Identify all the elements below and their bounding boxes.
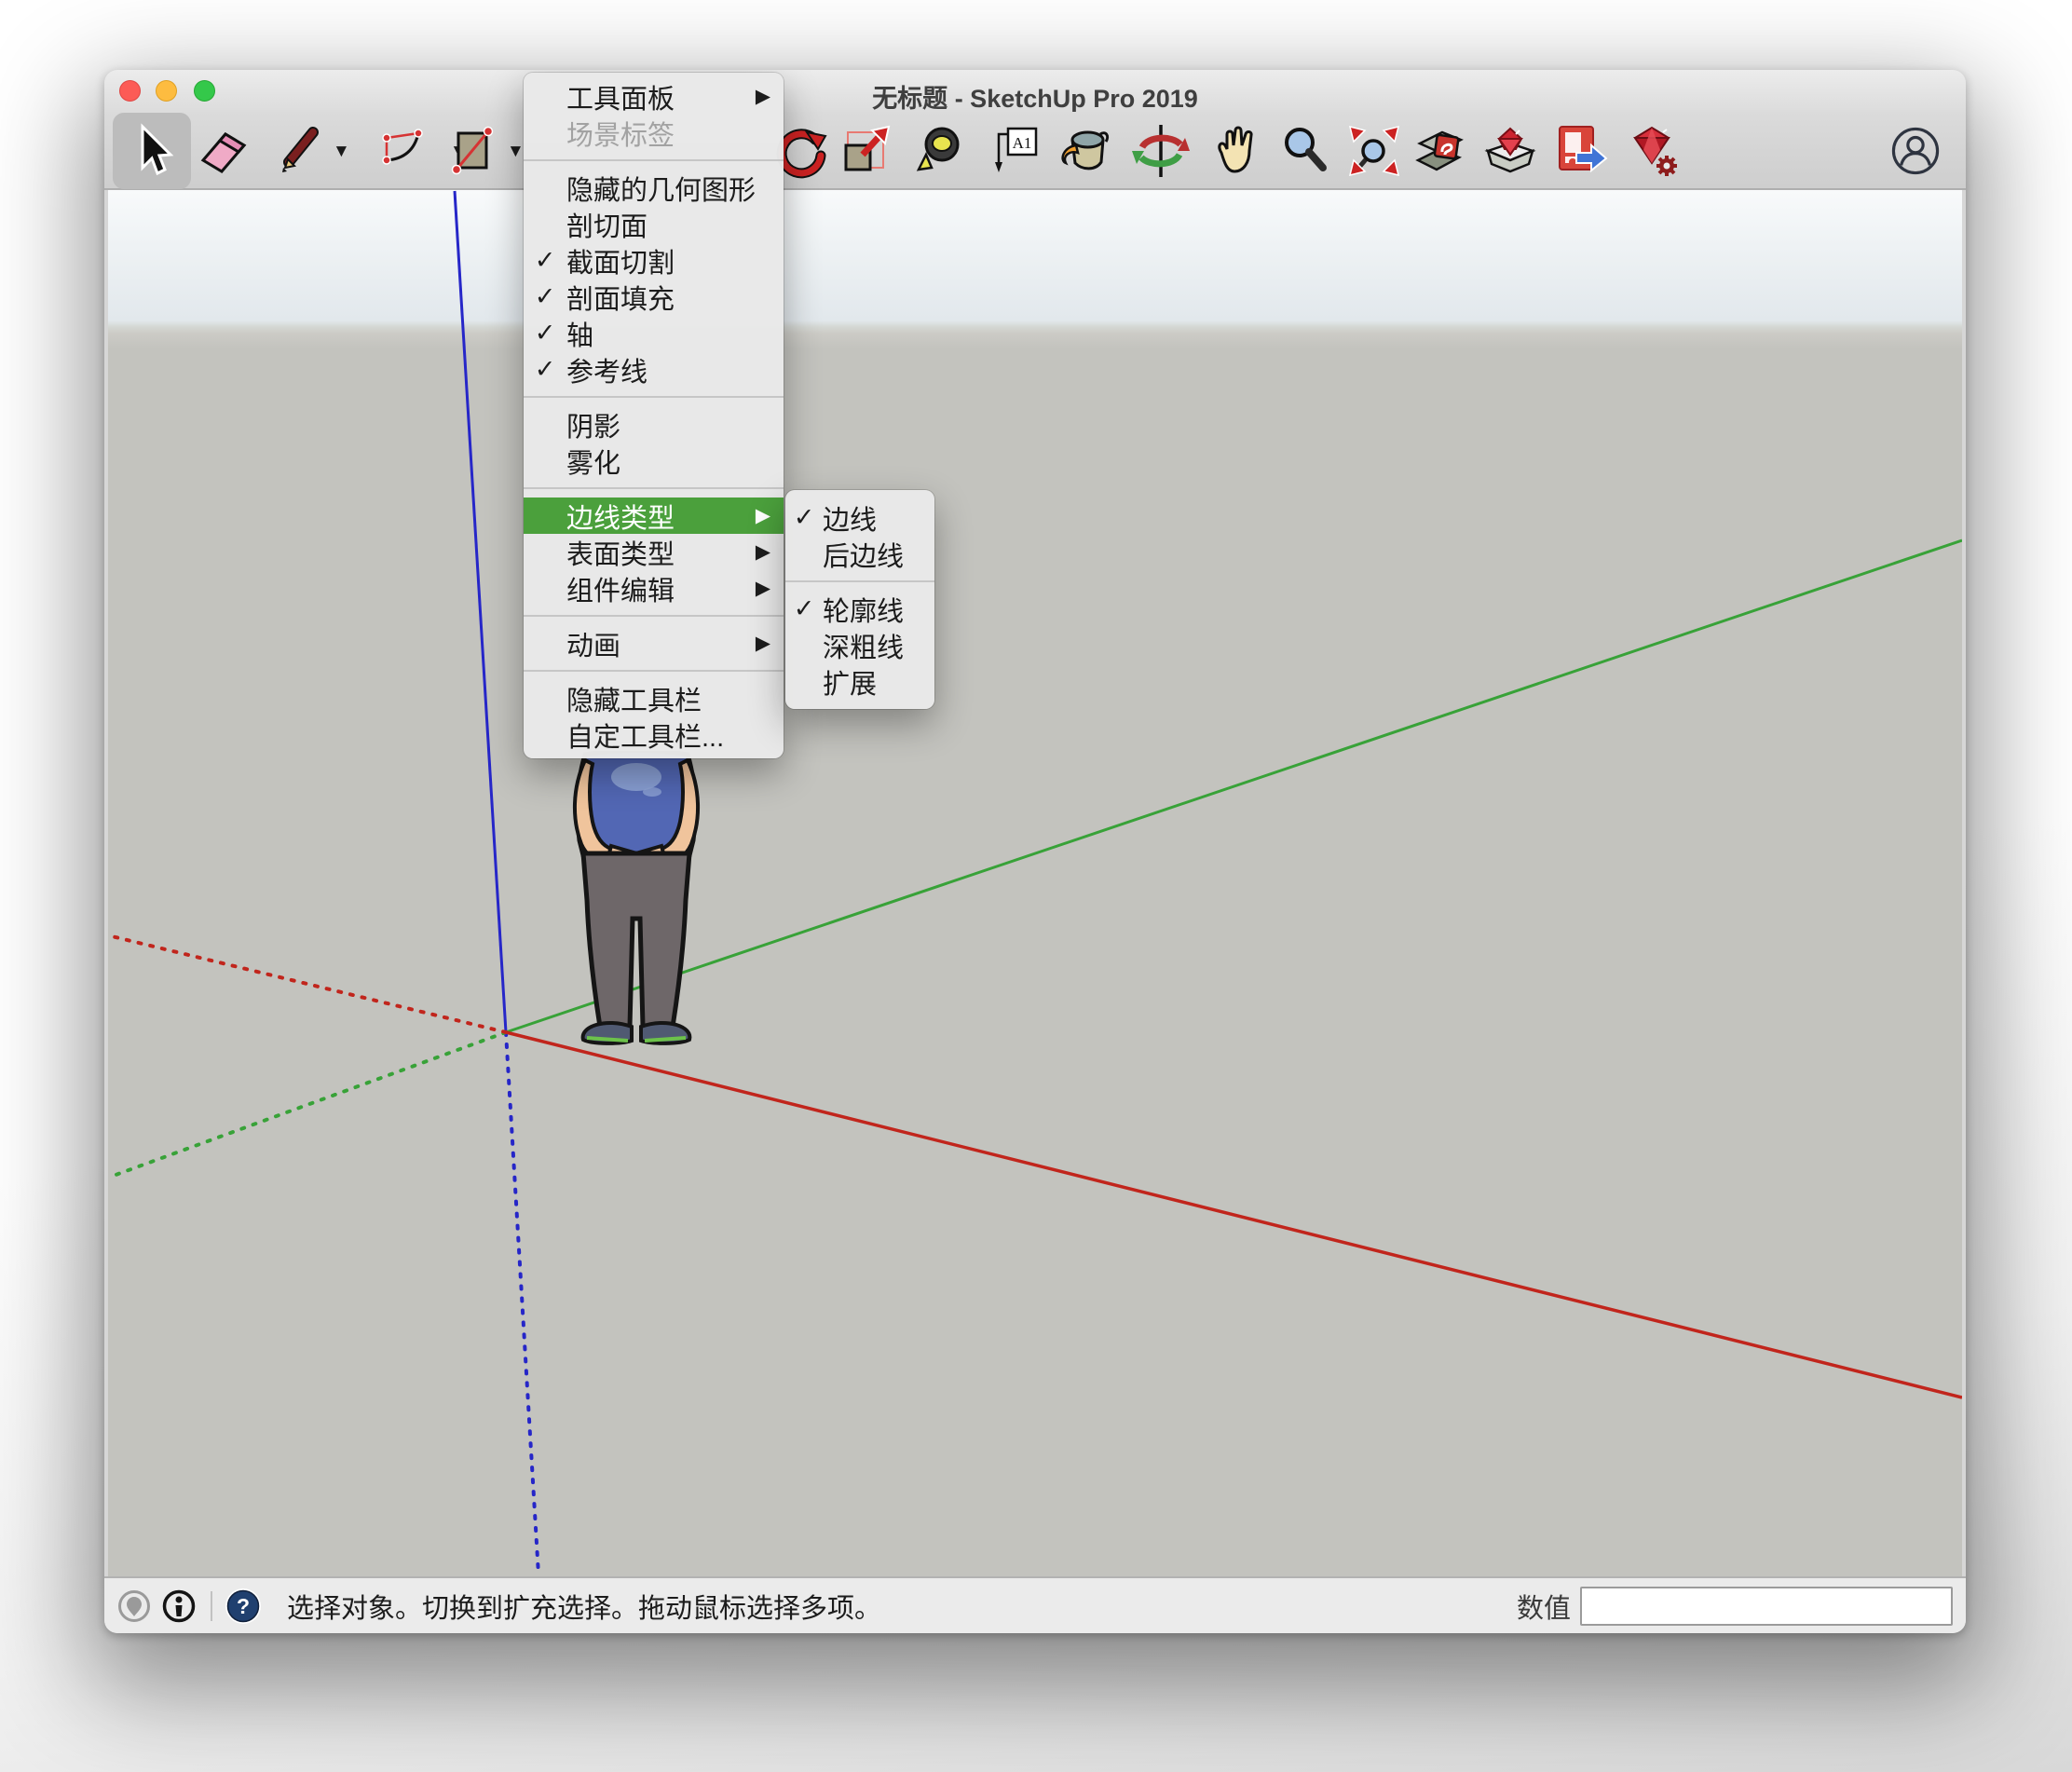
- menu-item-edge-type[interactable]: 边线类型 ▶: [524, 498, 784, 534]
- account-button[interactable]: [1888, 124, 1942, 178]
- menu-item-hide-toolbar[interactable]: 隐藏工具栏: [524, 680, 784, 716]
- scale-figure[interactable]: [559, 751, 714, 1047]
- pan-hand-icon: [1205, 121, 1264, 181]
- text-a1-icon: A1: [986, 121, 1045, 181]
- pencil-icon: [270, 121, 330, 181]
- check-icon: ✓: [785, 594, 823, 623]
- submenu-item-profiles[interactable]: ✓ 轮廓线: [785, 591, 934, 627]
- person-info-icon: [162, 1589, 196, 1623]
- model-info-button[interactable]: [1411, 121, 1470, 181]
- measurements-input[interactable]: [1580, 1587, 1953, 1626]
- ruby-box-icon: [1480, 121, 1540, 181]
- zoom-tool-button[interactable]: [1275, 121, 1334, 181]
- svg-text:A1: A1: [1013, 134, 1032, 152]
- eraser-icon: [194, 121, 253, 181]
- menu-item-tool-panels[interactable]: 工具面板 ▶: [524, 78, 784, 115]
- submenu-arrow-icon: ▶: [756, 504, 770, 527]
- scale-icon: [837, 121, 896, 181]
- axes-layer: [108, 190, 1962, 1576]
- orbit-tool-button[interactable]: [1131, 121, 1191, 181]
- drawing-canvas[interactable]: [108, 190, 1962, 1576]
- scale-tool-button[interactable]: [837, 121, 896, 181]
- submenu-item-depth-cue[interactable]: 深粗线: [785, 627, 934, 663]
- ruby-gear-icon: [1622, 121, 1682, 181]
- geolocation-button[interactable]: [117, 1589, 151, 1623]
- edge-type-submenu: ✓ 边线 后边线 ✓ 轮廓线 深粗线 扩展: [785, 490, 934, 709]
- menu-separator: [524, 487, 784, 489]
- menu-item-axes[interactable]: ✓ 轴: [524, 315, 784, 351]
- line-tool-button[interactable]: [270, 121, 330, 181]
- model-panels-icon: [1411, 121, 1470, 181]
- menu-item-customize-toolbar[interactable]: 自定工具栏...: [524, 716, 784, 753]
- rectangle-tool-button[interactable]: [445, 121, 505, 181]
- get-models-button[interactable]: [1480, 121, 1540, 181]
- menu-item-shadows[interactable]: 阴影: [524, 406, 784, 443]
- arc-icon: [377, 121, 437, 181]
- menu-item-scene-tabs: 场景标签: [524, 115, 784, 151]
- submenu-item-edges[interactable]: ✓ 边线: [785, 499, 934, 536]
- submenu-arrow-icon: ▶: [756, 632, 770, 655]
- menu-item-section-planes[interactable]: 剖切面: [524, 206, 784, 242]
- zoom-extents-tool-button[interactable]: [1344, 121, 1404, 181]
- geolocation-pin-icon: [117, 1589, 151, 1623]
- check-icon: ✓: [524, 355, 566, 384]
- extension-warehouse-button[interactable]: [1622, 121, 1682, 181]
- check-icon: ✓: [785, 503, 823, 532]
- pan-tool-button[interactable]: [1205, 121, 1264, 181]
- submenu-item-extension[interactable]: 扩展: [785, 663, 934, 700]
- status-divider: [211, 1591, 212, 1621]
- submenu-arrow-icon: ▶: [756, 540, 770, 564]
- measurements-label: 数值: [1517, 1587, 1571, 1626]
- zoom-extents-icon: [1344, 121, 1404, 181]
- rectangle-icon: [445, 121, 505, 181]
- menu-item-fog[interactable]: 雾化: [524, 443, 784, 479]
- menu-item-face-type[interactable]: 表面类型 ▶: [524, 534, 784, 570]
- eraser-tool-button[interactable]: [194, 121, 253, 181]
- check-icon: ✓: [524, 282, 566, 311]
- help-icon: ?: [224, 1587, 263, 1626]
- select-tool-button[interactable]: [122, 121, 182, 181]
- send-to-layout-button[interactable]: [1550, 121, 1610, 181]
- menu-separator: [524, 159, 784, 161]
- menu-separator: [524, 615, 784, 617]
- line-tool-caret-icon[interactable]: ▼: [333, 142, 350, 162]
- check-icon: ✓: [524, 319, 566, 348]
- layout-send-icon: [1550, 121, 1610, 181]
- menu-item-section-cuts[interactable]: ✓ 截面切割: [524, 242, 784, 279]
- menu-separator: [785, 580, 934, 582]
- help-button[interactable]: ?: [224, 1587, 263, 1626]
- rectangle-tool-caret-icon[interactable]: ▼: [507, 142, 525, 162]
- menu-item-component-edit[interactable]: 组件编辑 ▶: [524, 570, 784, 607]
- view-menu: 工具面板 ▶ 场景标签 隐藏的几何图形 剖切面 ✓ 截面切割 ✓ 剖面填充 ✓ …: [524, 73, 784, 758]
- menu-item-section-fill[interactable]: ✓ 剖面填充: [524, 279, 784, 315]
- submenu-arrow-icon: ▶: [756, 85, 770, 108]
- menu-separator: [524, 396, 784, 398]
- menu-separator: [524, 670, 784, 672]
- orbit-icon: [1131, 121, 1191, 181]
- account-icon: [1888, 124, 1942, 178]
- status-message: 选择对象。切换到扩充选择。拖动鼠标选择多项。: [287, 1587, 881, 1626]
- paint-bucket-icon: [1054, 121, 1113, 181]
- submenu-item-back-edges[interactable]: 后边线: [785, 536, 934, 572]
- credits-button[interactable]: [162, 1589, 196, 1623]
- arc-tool-button[interactable]: [377, 121, 437, 181]
- tape-measure-tool-button[interactable]: [911, 121, 971, 181]
- title-bar: 无标题 - SketchUp Pro 2019: [104, 70, 1966, 112]
- sketchup-window: 无标题 - SketchUp Pro 2019 ▼ ▼ ▼: [104, 70, 1966, 1633]
- submenu-arrow-icon: ▶: [756, 577, 770, 600]
- paint-bucket-tool-button[interactable]: [1054, 121, 1113, 181]
- select-arrow-icon: [122, 121, 182, 181]
- tape-measure-icon: [911, 121, 971, 181]
- check-icon: ✓: [524, 246, 566, 275]
- zoom-magnifier-icon: [1275, 121, 1334, 181]
- svg-text:?: ?: [237, 1594, 250, 1618]
- menu-item-guides[interactable]: ✓ 参考线: [524, 351, 784, 388]
- status-bar: ? 选择对象。切换到扩充选择。拖动鼠标选择多项。 数值: [104, 1576, 1966, 1633]
- toolbar: ▼ ▼ ▼ A1: [104, 112, 1966, 190]
- text-tool-button[interactable]: A1: [986, 121, 1045, 181]
- menu-item-hidden-geometry[interactable]: 隐藏的几何图形: [524, 170, 784, 206]
- menu-item-animation[interactable]: 动画 ▶: [524, 625, 784, 661]
- window-title: 无标题 - SketchUp Pro 2019: [104, 78, 1966, 115]
